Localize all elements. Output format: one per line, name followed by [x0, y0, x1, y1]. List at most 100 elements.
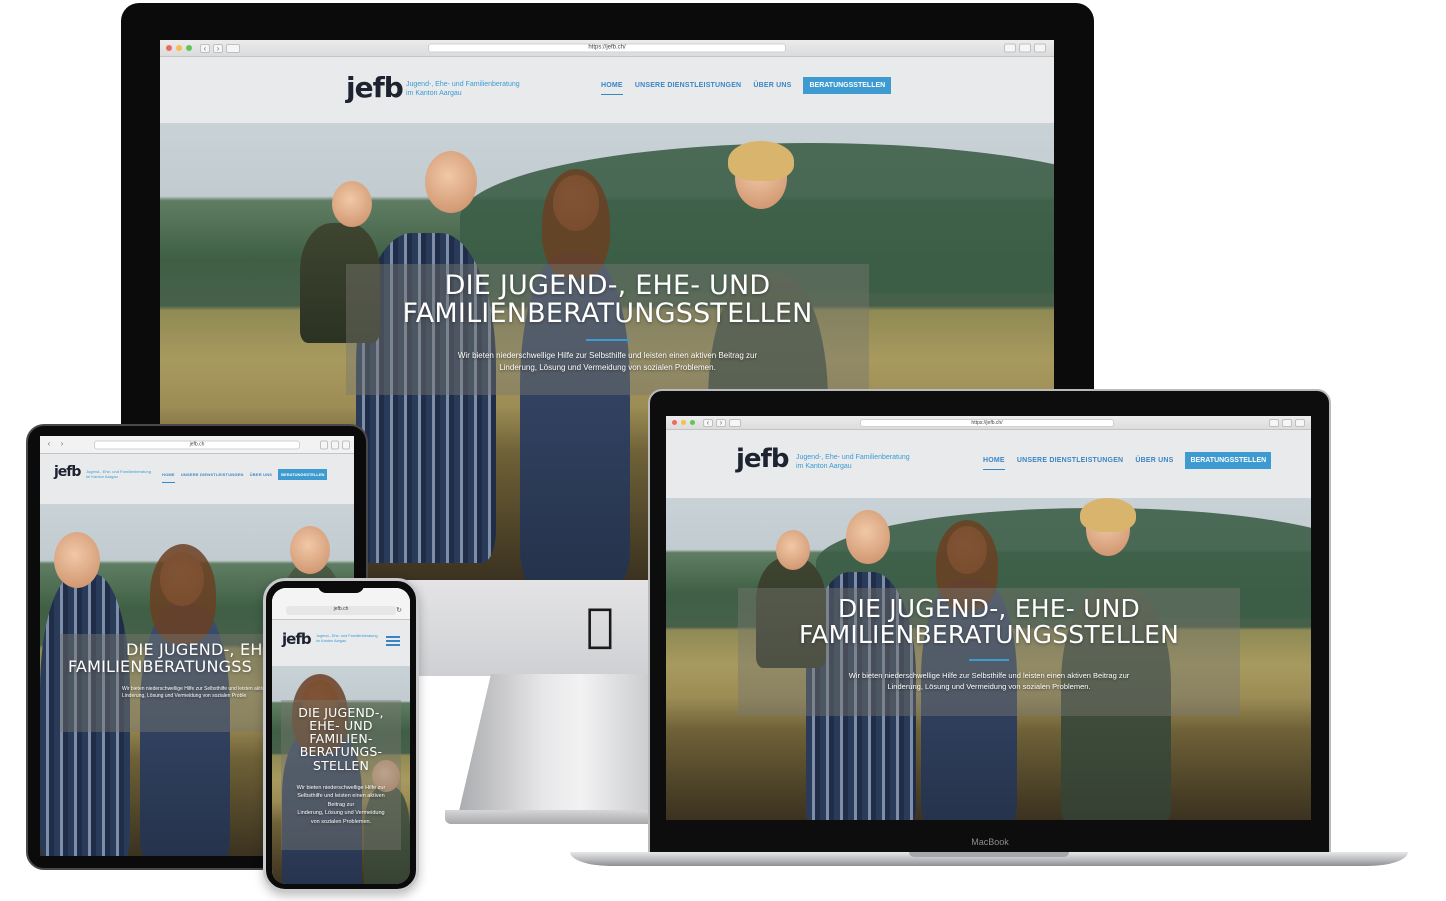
settings-icon[interactable] — [1004, 43, 1016, 53]
main-nav: HOME UNSERE DIENSTLEISTUNGEN ÜBER UNS BE… — [601, 77, 892, 95]
window-controls — [166, 45, 192, 51]
toolbar-actions — [1004, 43, 1046, 53]
macbook-site-logo[interactable]: jefb — [736, 444, 789, 474]
hero-overlay: DIE JUGEND-, EHE- UND FAMILIENBERATUNGSS… — [346, 264, 869, 395]
hero-title-line-5: STELLEN — [312, 757, 370, 773]
zoom-window-button[interactable] — [690, 420, 695, 425]
hero-head — [54, 532, 100, 588]
hero-hair — [1080, 498, 1136, 532]
tabs-icon[interactable] — [342, 440, 350, 449]
macbook-hero-overlay: DIE JUGEND-, EHE- UND FAMILIENBERATUNGSS… — [738, 588, 1240, 716]
window-controls — [672, 420, 695, 425]
nav-cta-button[interactable]: BERATUNGSSTELLEN — [1185, 452, 1272, 469]
history-nav: ‹ › — [200, 43, 240, 53]
tagline-line-2: im Kanton Aargau — [86, 474, 118, 479]
minimize-window-button[interactable] — [176, 45, 182, 51]
hamburger-menu-icon[interactable] — [386, 636, 400, 646]
site-tagline: Jugend-, Ehe- und Familienberatung im Ka… — [406, 81, 520, 99]
ipad-site-header: jefb Jugend-, Ehe- und Familienberatung … — [40, 454, 354, 504]
nav-home[interactable]: HOME — [983, 457, 1005, 470]
macbook-site-tagline: Jugend-, Ehe- und Familienberatung im Ka… — [796, 454, 910, 472]
close-window-button[interactable] — [672, 420, 677, 425]
nav-home[interactable]: HOME — [601, 82, 623, 95]
hero-title-line-1: DIE JUGEND-, EHE- UND — [444, 270, 771, 301]
site-header: jefb Jugend-, Ehe- und Familienberatung … — [160, 57, 1054, 123]
reload-icon[interactable]: ↻ — [396, 606, 402, 614]
hero-text-line-1: Wir bieten niederschwellige Hilfe zur Se… — [457, 350, 758, 360]
share-icon[interactable] — [1019, 43, 1031, 53]
tagline-line-2: im Kanton Aargau — [796, 462, 852, 470]
macbook-label: MacBook — [971, 837, 1009, 847]
macbook-hero-description: Wir bieten niederschwellige Hilfe zur Se… — [738, 670, 1240, 693]
forward-arrow-icon[interactable]: › — [716, 418, 726, 427]
hero-text-line-2: Selbsthilfe und leisten einen aktiven — [297, 793, 385, 800]
hero-head — [846, 510, 890, 564]
macbook-hero-section: DIE JUGEND-, EHE- UND FAMILIENBERATUNGSS… — [666, 498, 1311, 820]
hero-title-line-2: FAMILIENBERATUNGSSTELLEN — [402, 298, 813, 330]
ipad-site-logo[interactable]: jefb — [54, 464, 81, 480]
zoom-window-button[interactable] — [186, 45, 192, 51]
add-tab-icon[interactable] — [331, 440, 339, 449]
iphone-site-tagline: Jugend-, Ehe- und Familienberatung im Ka… — [316, 634, 378, 643]
hero-head — [776, 530, 810, 570]
tabs-icon[interactable] — [1034, 43, 1046, 53]
nav-about[interactable]: ÜBER UNS — [1135, 457, 1173, 464]
tabs-icon[interactable] — [1295, 418, 1305, 427]
apple-logo-icon:  — [586, 602, 614, 648]
hero-text-line-2: Linderung, Lösung und Vermeidung von soz… — [887, 682, 1091, 692]
hero-title-line-4: BERATUNGS- — [299, 744, 383, 760]
hero-head — [332, 181, 372, 227]
nav-cta-button[interactable]: BERATUNGSSTELLEN — [803, 77, 892, 94]
macbook-browser-toolbar: ‹ › https://jefb.ch/ — [666, 416, 1311, 430]
nav-home[interactable]: HOME — [162, 472, 175, 483]
hero-title-line-2: FAMILIENBERATUNGSSTELLEN — [799, 620, 1179, 650]
hero-hair — [728, 141, 794, 181]
share-icon[interactable] — [320, 440, 328, 449]
hero-text-line-5: von sozialen Problemen. — [310, 818, 372, 825]
hero-hair — [542, 169, 610, 279]
back-arrow-icon[interactable]: ‹ — [200, 43, 210, 53]
nav-about[interactable]: ÜBER UNS — [753, 82, 791, 89]
back-arrow-icon[interactable]: ‹ — [703, 418, 713, 427]
hero-head — [290, 526, 330, 574]
ipad-main-nav: HOME UNSERE DIENSTLEISTUNGEN ÜBER UNS BE… — [162, 469, 328, 483]
hero-head — [425, 151, 477, 213]
macbook-main-nav: HOME UNSERE DIENSTLEISTUNGEN ÜBER UNS BE… — [983, 452, 1272, 470]
tagline-line-2: im Kanton Aargau — [316, 638, 347, 643]
hero-title-line-1: DIE JUGEND-, EHE- UND — [838, 594, 1140, 623]
nav-services[interactable]: UNSERE DIENSTLEISTUNGEN — [635, 82, 742, 89]
site-logo[interactable]: jefb — [346, 71, 404, 104]
close-window-button[interactable] — [166, 45, 172, 51]
nav-about[interactable]: ÜBER UNS — [250, 472, 273, 477]
iphone-hero-title: DIE JUGEND-, EHE- UND FAMILIEN- BERATUNG… — [281, 706, 401, 772]
sidebar-toggle-icon[interactable] — [226, 43, 240, 53]
iphone-hero-overlay: DIE JUGEND-, EHE- UND FAMILIEN- BERATUNG… — [281, 700, 401, 850]
share-icon[interactable] — [1282, 418, 1292, 427]
back-arrow-icon[interactable]: ‹ — [44, 440, 54, 449]
iphone-screen: jefb.ch ↻ jefb Jugend-, Ehe- und Familie… — [272, 588, 410, 884]
macbook-screen: ‹ › https://jefb.ch/ jefb Jugend-, Ehe- … — [666, 416, 1311, 820]
minimize-window-button[interactable] — [681, 420, 686, 425]
forward-arrow-icon[interactable]: › — [57, 440, 67, 449]
hero-hair — [150, 544, 216, 644]
hero-description: Wir bieten niederschwellige Hilfe zur Se… — [346, 350, 869, 375]
iphone-address-bar[interactable]: jefb.ch — [286, 606, 396, 615]
tagline-line-1: Jugend-, Ehe- und Familienberatung — [796, 454, 910, 461]
nav-cta-button[interactable]: BERATUNGSSTELLEN — [278, 469, 328, 480]
ipad-browser-toolbar: ‹ › jefb.ch — [40, 436, 354, 454]
forward-arrow-icon[interactable]: › — [213, 43, 223, 53]
iphone-site-logo[interactable]: jefb — [282, 630, 312, 648]
ipad-address-bar[interactable]: jefb.ch — [94, 440, 300, 449]
ipad-history-nav: ‹ › — [44, 440, 67, 449]
sidebar-toggle-icon[interactable] — [729, 418, 741, 427]
settings-icon[interactable] — [1269, 418, 1279, 427]
iphone-site-header: jefb Jugend-, Ehe- und Familienberatung … — [272, 620, 410, 666]
macbook-site-header: jefb Jugend-, Ehe- und Familienberatung … — [666, 430, 1311, 498]
address-bar[interactable]: https://jefb.ch/ — [428, 43, 786, 53]
ipad-site-tagline: Jugend-, Ehe- und Familienberatung im Ka… — [86, 469, 151, 479]
macbook-address-bar[interactable]: https://jefb.ch/ — [860, 418, 1114, 427]
hero-title: DIE JUGEND-, EHE- UND FAMILIENBERATUNGSS… — [346, 270, 869, 330]
nav-services[interactable]: UNSERE DIENSTLEISTUNGEN — [181, 472, 244, 477]
nav-services[interactable]: UNSERE DIENSTLEISTUNGEN — [1017, 457, 1124, 464]
macbook-hero-title: DIE JUGEND-, EHE- UND FAMILIENBERATUNGSS… — [738, 594, 1240, 650]
